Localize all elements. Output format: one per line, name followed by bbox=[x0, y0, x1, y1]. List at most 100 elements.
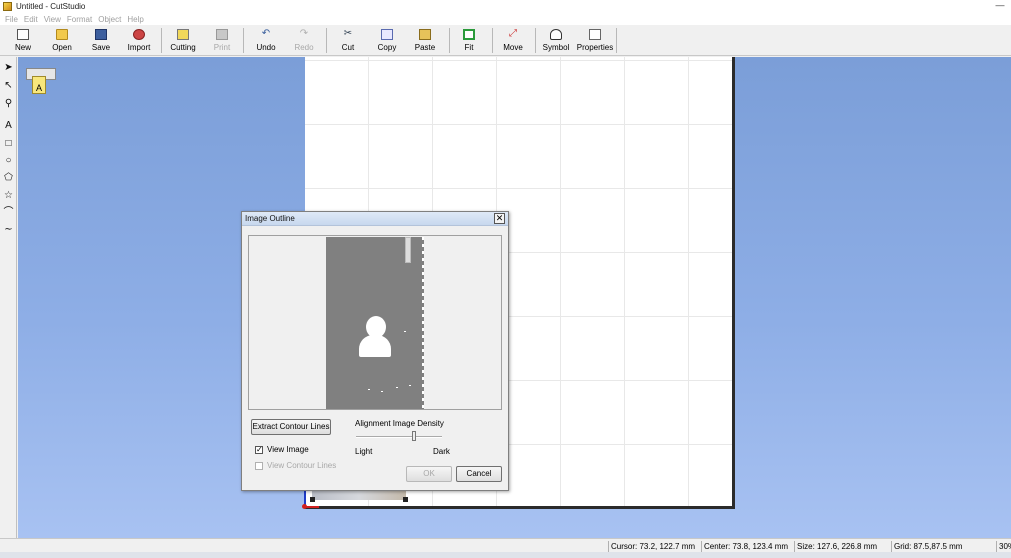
status-zoom: 30% bbox=[996, 541, 1011, 552]
cutting-button[interactable]: Cutting bbox=[167, 27, 199, 55]
person-silhouette-body bbox=[359, 335, 391, 357]
copy-button[interactable]: Copy bbox=[373, 27, 401, 55]
density-slider-thumb[interactable] bbox=[412, 431, 417, 441]
image-speck bbox=[404, 331, 406, 332]
image-speck bbox=[409, 385, 411, 386]
app-icon bbox=[3, 2, 12, 11]
properties-button[interactable]: Properties bbox=[576, 27, 614, 55]
taskbar bbox=[0, 552, 1011, 558]
title-bar: Untitled - CutStudio — bbox=[0, 0, 1011, 13]
view-contour-lines-checkbox[interactable]: View Contour Lines bbox=[255, 461, 336, 470]
status-cursor: Cursor: 73.2, 122.7 mm bbox=[608, 541, 700, 552]
image-speck bbox=[396, 387, 398, 388]
selection-handle[interactable] bbox=[403, 497, 408, 502]
redo-button[interactable]: ↷ Redo bbox=[290, 27, 318, 55]
clipboard-icon bbox=[419, 29, 431, 40]
image-outline-dialog: Image Outline ✕ Extract Contour Lines Al… bbox=[241, 211, 509, 491]
menu-bar: File Edit View Format Object Help bbox=[0, 13, 1011, 25]
toolbar-separator bbox=[326, 28, 327, 53]
import-icon bbox=[133, 29, 145, 40]
origin-x-axis bbox=[305, 506, 319, 508]
density-slider-track[interactable] bbox=[356, 436, 442, 438]
move-button[interactable]: ⤢ Move bbox=[498, 27, 528, 55]
extract-contour-lines-button[interactable]: Extract Contour Lines bbox=[251, 419, 331, 435]
tool-strip: ➤ ↖ ⚲ A □ ○ ⬠ ☆ ⌒ ∼ bbox=[0, 57, 17, 538]
move-icon: ⤢ bbox=[509, 28, 517, 39]
star-tool-icon[interactable]: ☆ bbox=[2, 189, 15, 202]
toolbar-separator bbox=[616, 28, 617, 53]
text-tool-icon[interactable]: A bbox=[2, 119, 15, 132]
folder-open-icon bbox=[56, 29, 68, 40]
close-icon[interactable]: ✕ bbox=[494, 213, 505, 224]
image-edge-noise bbox=[422, 237, 424, 409]
polyline-tool-icon[interactable]: ⌒ bbox=[2, 206, 15, 219]
view-image-label: View Image bbox=[267, 445, 309, 454]
image-speck bbox=[381, 391, 383, 392]
menu-edit[interactable]: Edit bbox=[24, 15, 38, 24]
new-file-icon bbox=[17, 29, 29, 40]
menu-view[interactable]: View bbox=[44, 15, 61, 24]
new-button[interactable]: New bbox=[10, 27, 36, 55]
origin-y-axis bbox=[304, 489, 306, 505]
menu-file[interactable]: File bbox=[5, 15, 18, 24]
toolbar-separator bbox=[449, 28, 450, 53]
zoom-tool-icon[interactable]: ⚲ bbox=[2, 97, 15, 110]
menu-help[interactable]: Help bbox=[127, 15, 143, 24]
menu-format[interactable]: Format bbox=[67, 15, 92, 24]
node-edit-tool-icon[interactable]: ↖ bbox=[2, 79, 15, 92]
selection-handle[interactable] bbox=[310, 497, 315, 502]
undo-icon: ↶ bbox=[261, 28, 271, 39]
status-size: Size: 127.6, 226.8 mm bbox=[794, 541, 890, 552]
dialog-title: Image Outline bbox=[245, 214, 295, 223]
image-preview bbox=[248, 235, 502, 410]
toolbar: New Open Save Import Cutting Print ↶ Und… bbox=[0, 25, 1011, 56]
menu-object[interactable]: Object bbox=[98, 15, 121, 24]
scissors-icon: ✂ bbox=[343, 28, 353, 39]
polygon-tool-icon[interactable]: ⬠ bbox=[2, 171, 15, 184]
view-image-checkbox[interactable]: ✓ View Image bbox=[255, 445, 309, 454]
save-button[interactable]: Save bbox=[88, 27, 114, 55]
symbol-person-icon bbox=[550, 29, 562, 40]
workspace[interactable]: A bbox=[18, 57, 1011, 538]
open-button[interactable]: Open bbox=[48, 27, 76, 55]
fit-button[interactable]: Fit bbox=[458, 27, 480, 55]
ok-button[interactable]: OK bbox=[406, 466, 452, 482]
toolbar-separator bbox=[492, 28, 493, 53]
toolbar-separator bbox=[243, 28, 244, 53]
status-bar: Cursor: 73.2, 122.7 mm Center: 73.8, 123… bbox=[0, 538, 1011, 552]
import-button[interactable]: Import bbox=[124, 27, 154, 55]
curve-tool-icon[interactable]: ∼ bbox=[2, 223, 15, 236]
view-image-check-icon[interactable]: ✓ bbox=[255, 445, 263, 454]
density-label: Alignment Image Density bbox=[355, 419, 444, 428]
cut-button[interactable]: ✂ Cut bbox=[336, 27, 360, 55]
window-title: Untitled - CutStudio bbox=[16, 2, 86, 11]
view-contour-check-box[interactable] bbox=[255, 461, 263, 470]
ellipse-tool-icon[interactable]: ○ bbox=[2, 154, 15, 167]
origin-point bbox=[302, 504, 307, 509]
density-dark-label: Dark bbox=[433, 447, 450, 456]
plotter-icon[interactable]: A bbox=[26, 64, 56, 96]
toolbar-separator bbox=[161, 28, 162, 53]
image-object[interactable] bbox=[312, 491, 406, 500]
paste-button[interactable]: Paste bbox=[411, 27, 439, 55]
undo-button[interactable]: ↶ Undo bbox=[252, 27, 280, 55]
minimize-button[interactable]: — bbox=[989, 1, 1011, 12]
cutter-icon bbox=[177, 29, 189, 40]
image-speck bbox=[368, 389, 370, 390]
dialog-title-bar: Image Outline bbox=[242, 212, 508, 226]
print-button[interactable]: Print bbox=[208, 27, 236, 55]
status-center: Center: 73.8, 123.4 mm bbox=[701, 541, 793, 552]
cancel-button[interactable]: Cancel bbox=[456, 466, 502, 482]
rectangle-tool-icon[interactable]: □ bbox=[2, 137, 15, 150]
status-grid: Grid: 87.5,87.5 mm bbox=[891, 541, 995, 552]
image-marker bbox=[405, 237, 411, 263]
fit-to-window-icon bbox=[463, 29, 475, 40]
properties-icon bbox=[589, 29, 601, 40]
select-tool-icon[interactable]: ➤ bbox=[2, 61, 15, 74]
density-light-label: Light bbox=[355, 447, 373, 456]
redo-icon: ↷ bbox=[299, 28, 309, 39]
toolbar-separator bbox=[535, 28, 536, 53]
outline-image bbox=[326, 237, 424, 409]
symbol-button[interactable]: Symbol bbox=[541, 27, 571, 55]
plotter-paper: A bbox=[32, 76, 46, 94]
